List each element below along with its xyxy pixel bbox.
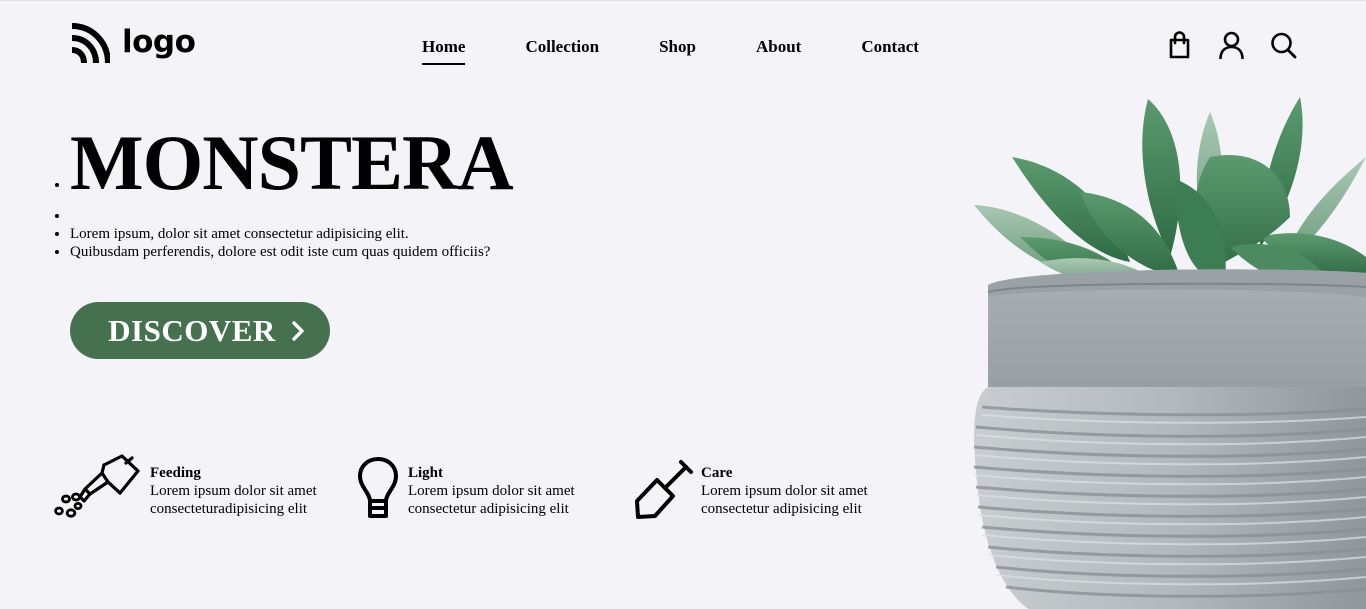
logo[interactable]: logo	[70, 23, 196, 65]
hero-text-list: MONSTERA Lorem ipsum, dolor sit amet con…	[52, 119, 514, 261]
feature-feeding-line-2: consecteturadipisicing elit	[150, 501, 308, 517]
feature-feeding-text: Feeding Lorem ipsum dolor sit amet conse…	[150, 464, 317, 518]
user-icon[interactable]	[1218, 31, 1245, 59]
feature-feeding: Feeding Lorem ipsum dolor sit amet conse…	[54, 453, 317, 521]
header-actions	[1166, 31, 1297, 59]
light-bulb-icon	[358, 457, 398, 518]
feature-light-line-2: consectetur adipisicing elit	[408, 501, 569, 517]
feature-light: Light Lorem ipsum dolor sit amet consect…	[356, 453, 575, 521]
feature-light-title: Light	[408, 465, 444, 481]
rss-wave-logo-icon	[71, 23, 110, 64]
nav-home[interactable]: Home	[422, 37, 466, 65]
nav-collection[interactable]: Collection	[525, 37, 599, 65]
hero-empty-item	[70, 207, 513, 225]
hero-line-1: Lorem ipsum, dolor sit amet consectetur …	[70, 225, 513, 243]
discover-button-label: DISCOVER	[108, 312, 276, 348]
logo-text: logo	[122, 23, 196, 60]
feature-care: Care Lorem ipsum dolor sit amet consecte…	[633, 453, 868, 521]
discover-button[interactable]: DISCOVER	[70, 302, 330, 359]
hero-title-item: MONSTERA	[70, 119, 514, 207]
feature-feeding-title: Feeding	[150, 465, 201, 481]
feature-care-title: Care	[701, 465, 733, 481]
search-icon[interactable]	[1270, 31, 1297, 59]
shovel-icon	[635, 460, 693, 519]
feature-light-text: Light Lorem ipsum dolor sit amet consect…	[408, 464, 575, 518]
chevron-right-icon	[292, 320, 304, 341]
shopping-bag-icon[interactable]	[1166, 31, 1193, 59]
nav-about[interactable]: About	[756, 37, 801, 65]
feature-care-line-1: Lorem ipsum dolor sit amet	[701, 483, 868, 499]
hero-line-2: Quibusdam perferendis, dolore est odit i…	[70, 243, 513, 261]
nav-contact[interactable]: Contact	[861, 37, 919, 65]
watering-can-icon	[54, 454, 140, 518]
landing-page: logo Home Collection Shop About Contact …	[0, 0, 1366, 609]
nav-shop[interactable]: Shop	[659, 37, 696, 65]
feature-care-text: Care Lorem ipsum dolor sit amet consecte…	[701, 464, 868, 518]
succulent-pot-image	[973, 97, 1366, 609]
feature-light-line-1: Lorem ipsum dolor sit amet	[408, 483, 575, 499]
main-nav: Home Collection Shop About Contact	[422, 37, 919, 65]
feature-feeding-line-1: Lorem ipsum dolor sit amet	[150, 483, 317, 499]
feature-care-line-2: consectetur adipisicing elit	[701, 501, 862, 517]
hero-title: MONSTERA	[70, 119, 514, 206]
